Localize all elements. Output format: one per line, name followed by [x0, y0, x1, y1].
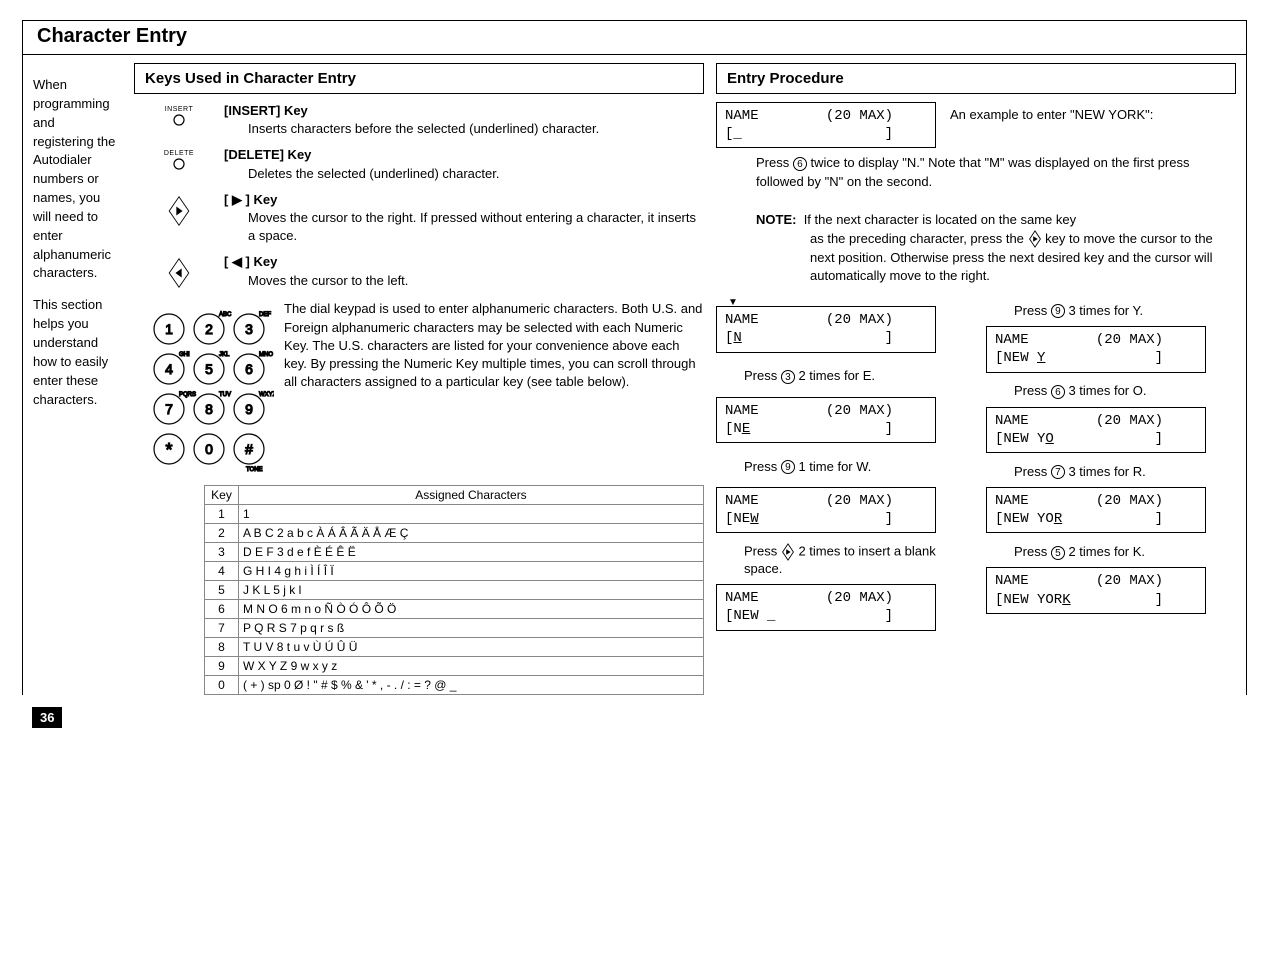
section-header: Character Entry	[23, 21, 1246, 55]
svg-text:3: 3	[245, 321, 253, 337]
svg-text:TONE: TONE	[246, 467, 263, 473]
step-space: Press 2 times to insert a blank space.	[716, 537, 966, 584]
right-key-desc: Moves the cursor to the right. If presse…	[224, 209, 704, 245]
lcd-new: NAME (20 MAX) [NEW ]	[716, 487, 936, 533]
left-arrow-icon	[134, 253, 224, 292]
svg-text:0: 0	[205, 441, 213, 457]
table-row: 11	[205, 505, 704, 524]
delete-key-icon: DELETE	[134, 146, 224, 174]
intro-para-1: When programming and registering the Aut…	[33, 76, 116, 283]
delete-key-desc: Deletes the selected (underlined) charac…	[224, 165, 704, 183]
svg-text:1: 1	[165, 321, 173, 337]
insert-key-desc: Inserts characters before the selected (…	[224, 120, 704, 138]
lcd-ne: NAME (20 MAX) [NE ]	[716, 397, 936, 443]
svg-text:WXYZ: WXYZ	[259, 392, 274, 398]
entry-panel-title: Entry Procedure	[716, 63, 1236, 94]
intro-column: When programming and registering the Aut…	[33, 63, 130, 695]
svg-text:6: 6	[245, 361, 253, 377]
svg-text:7: 7	[165, 401, 173, 417]
table-row: 7P Q R S 7 p q r s ß	[205, 619, 704, 638]
svg-text:2: 2	[205, 321, 213, 337]
svg-text:ABC: ABC	[219, 312, 232, 318]
th-assigned: Assigned Characters	[239, 486, 704, 505]
svg-text:4: 4	[165, 361, 173, 377]
svg-text:GHI: GHI	[179, 352, 190, 358]
lcd-newyor: NAME (20 MAX) [NEW YOR ]	[986, 487, 1206, 533]
table-row: 3D E F 3 d e f È É Ê Ë	[205, 543, 704, 562]
table-row: 5J K L 5 j k l	[205, 581, 704, 600]
right-arrow-icon	[134, 191, 224, 230]
lcd-newy: NAME (20 MAX) [NEW Y ]	[986, 326, 1206, 372]
lcd-newyork: NAME (20 MAX) [NEW YORK ]	[986, 567, 1206, 613]
svg-text:TUV: TUV	[219, 392, 231, 398]
keys-column: Keys Used in Character Entry INSERT [INS…	[130, 63, 708, 695]
left-key-desc: Moves the cursor to the left.	[224, 272, 704, 290]
svg-text:DEF: DEF	[259, 312, 271, 318]
example-caption: An example to enter "NEW YORK":	[936, 102, 1153, 124]
intro-para-2: This section helps you understand how to…	[33, 296, 116, 409]
svg-text:5: 5	[205, 361, 213, 377]
delete-key-name: [DELETE] Key	[224, 147, 311, 162]
svg-text:JKL: JKL	[219, 352, 230, 358]
step-1-note: Press 6 twice to display "N." Note that …	[716, 154, 1236, 296]
table-row: 9W X Y Z 9 w x y z	[205, 657, 704, 676]
table-row: 8T U V 8 t u v Ù Ú Û Ü	[205, 638, 704, 657]
lcd-newyo: NAME (20 MAX) [NEW YO ]	[986, 407, 1206, 453]
svg-text:8: 8	[205, 401, 213, 417]
step-k: Press 5 2 times for K.	[986, 537, 1236, 567]
th-key: Key	[205, 486, 239, 505]
step-o: Press 6 3 times for O.	[986, 377, 1236, 407]
entry-column: Entry Procedure NAME (20 MAX) [_ ] An ex…	[708, 63, 1236, 695]
svg-text:*: *	[165, 440, 172, 460]
lcd-initial: NAME (20 MAX) [_ ]	[716, 102, 936, 148]
svg-text:#: #	[245, 441, 253, 457]
insert-key-name: [INSERT] Key	[224, 103, 308, 118]
keypad-desc: The dial keypad is used to enter alphanu…	[284, 300, 704, 391]
svg-text:9: 9	[245, 401, 253, 417]
page-frame: Character Entry When programming and reg…	[22, 20, 1247, 695]
right-key-name: [ ▶ ] Key	[224, 192, 277, 207]
page-number: 36	[32, 707, 62, 728]
character-table: Key Assigned Characters 112A B C 2 a b c…	[204, 485, 704, 695]
step-w: Press 9 1 time for W.	[716, 447, 966, 487]
lcd-n: NAME (20 MAX) [N ]	[716, 306, 936, 352]
step-e: Press 3 2 times for E.	[716, 357, 966, 397]
table-row: 0( + ) sp 0 Ø ! " # $ % & ' * , - . / : …	[205, 676, 704, 695]
svg-text:PQRS: PQRS	[179, 392, 196, 398]
step-r: Press 7 3 times for R.	[986, 457, 1236, 487]
keypad-icon: 1 2 ABC 3 DEF 4 GHI 5 JKL 6 MNO 7 PQRS 8 TUV 9W…	[134, 300, 284, 477]
insert-key-icon: INSERT	[134, 102, 224, 130]
section-title: Character Entry	[37, 25, 1232, 48]
table-row: 6M N O 6 m n o Ñ Ò Ó Ô Õ Ö	[205, 600, 704, 619]
keys-panel-title: Keys Used in Character Entry	[134, 63, 704, 94]
left-key-name: [ ◀ ] Key	[224, 254, 277, 269]
table-row: 4G H I 4 g h i Ì Í Î Ï	[205, 562, 704, 581]
lcd-new-space: NAME (20 MAX) [NEW _ ]	[716, 584, 936, 630]
table-row: 2A B C 2 a b c À Á Â Ã Ä Å Æ Ç	[205, 524, 704, 543]
step-y: Press 9 3 times for Y.	[986, 296, 1236, 326]
svg-text:MNO: MNO	[259, 352, 273, 358]
